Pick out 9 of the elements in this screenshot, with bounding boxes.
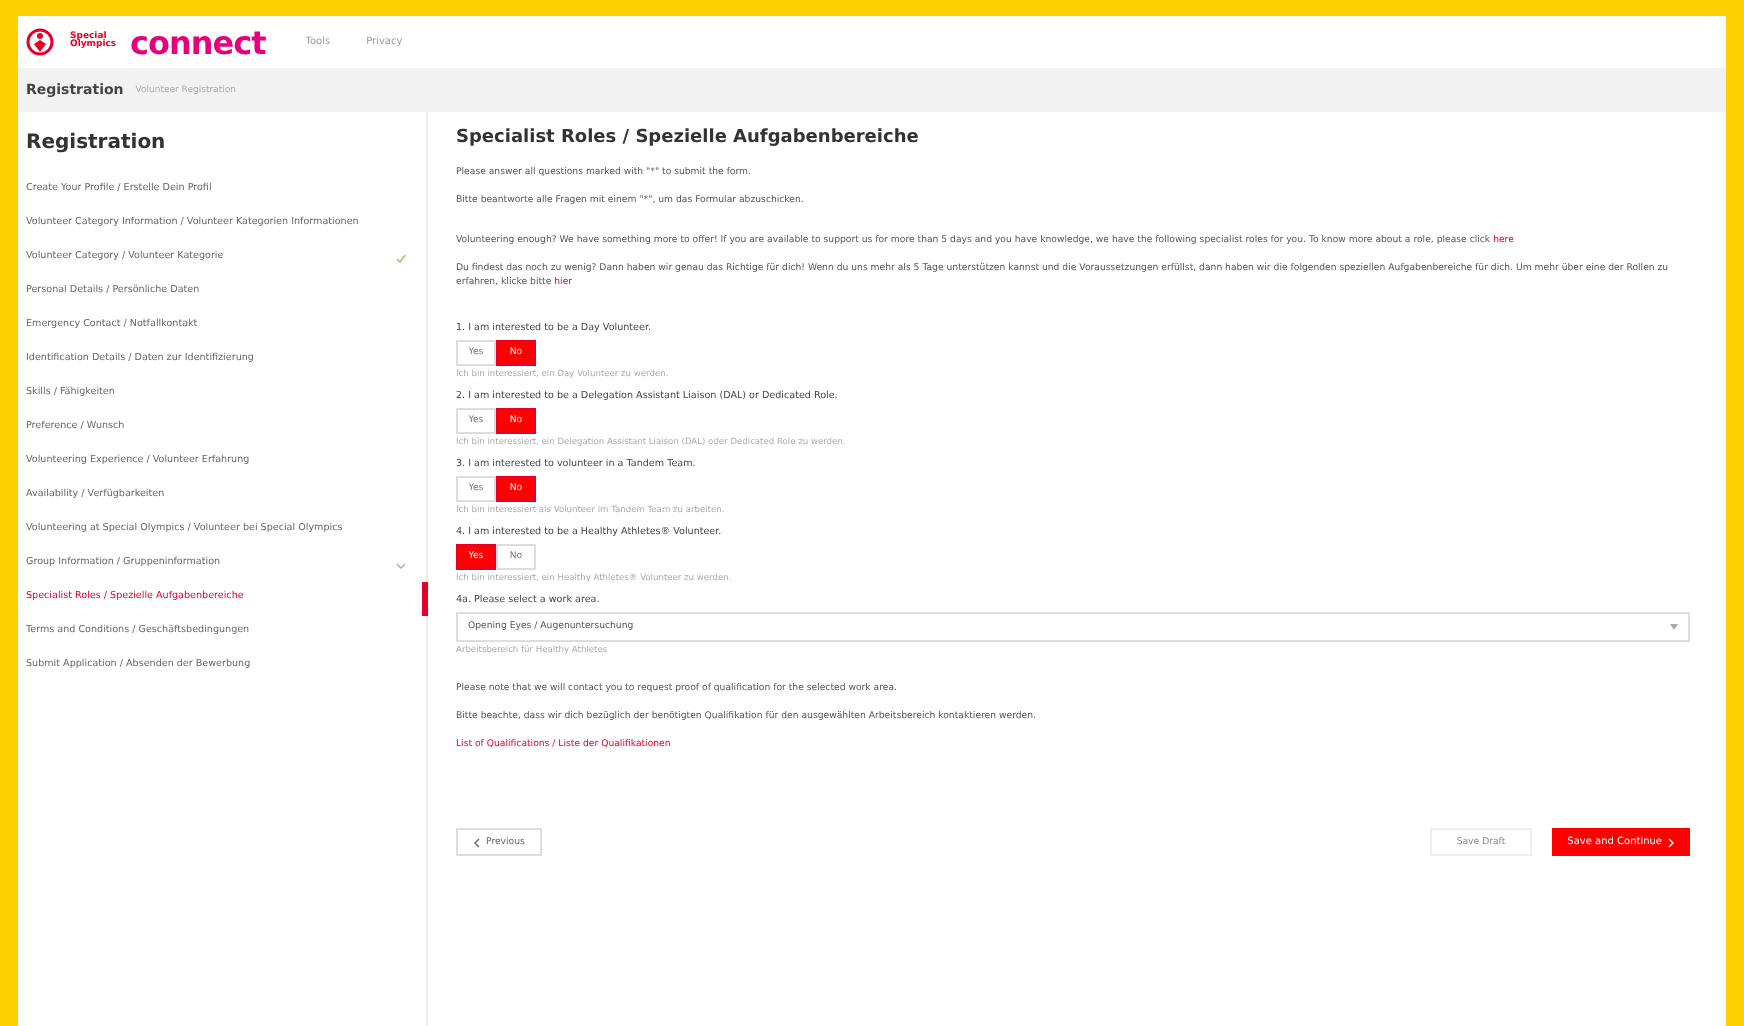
caret-icon (1670, 624, 1678, 631)
app-logo-text[interactable]: connect (130, 23, 266, 61)
section-title: Specialist Roles / Spezielle Aufgabenbereiche (456, 128, 921, 148)
sidebar-title: Registration (26, 132, 168, 154)
chevron-right-icon (1668, 837, 1674, 848)
chevron-left-icon (474, 837, 480, 848)
chevron-icon (396, 561, 406, 569)
check-icon (396, 254, 406, 264)
logo-icon (26, 28, 54, 56)
